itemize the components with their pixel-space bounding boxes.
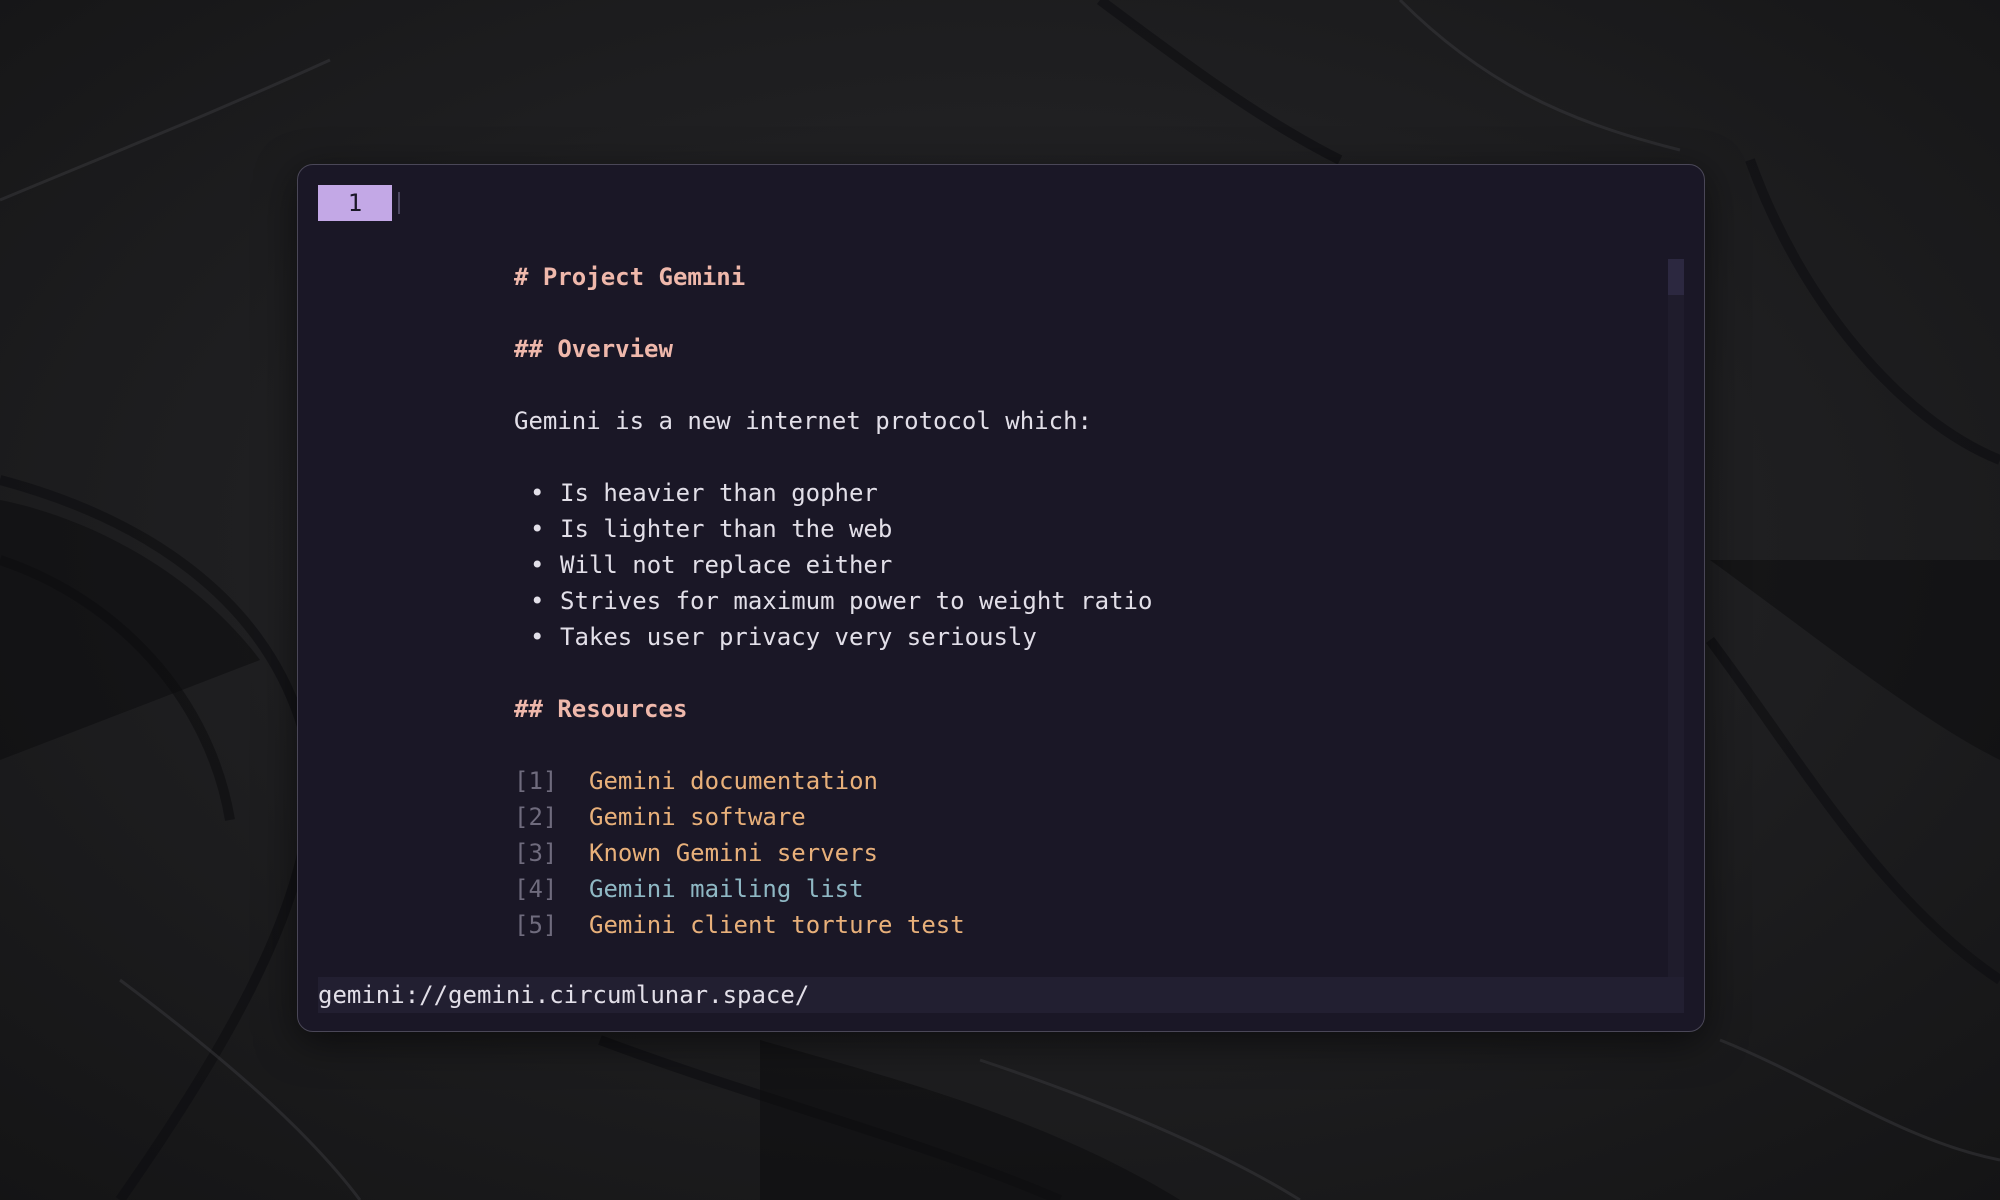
list-item: • Is lighter than the web xyxy=(514,511,1654,547)
link-ref: [1] xyxy=(514,767,558,795)
link-item-4[interactable]: [4] Gemini mailing list xyxy=(514,871,1654,907)
link-gemini-client-torture-test[interactable]: Gemini client torture test xyxy=(589,911,965,939)
link-ref: [2] xyxy=(514,803,558,831)
link-item-5[interactable]: [5] Gemini client torture test xyxy=(514,907,1654,943)
list-item: • Is heavier than gopher xyxy=(514,475,1654,511)
list-item-text: Takes user privacy very seriously xyxy=(560,623,1037,651)
link-item-2[interactable]: [2] Gemini software xyxy=(514,799,1654,835)
bullet-icon: • xyxy=(530,479,545,507)
status-bar-url: gemini://gemini.circumlunar.space/ xyxy=(318,977,1684,1013)
list-item-text: Is lighter than the web xyxy=(560,515,893,543)
resources-heading: ## Resources xyxy=(514,695,688,723)
tab-label: 1 xyxy=(347,189,363,217)
link-item-1[interactable]: [1] Gemini documentation xyxy=(514,763,1654,799)
link-gemini-documentation[interactable]: Gemini documentation xyxy=(589,767,878,795)
overview-heading: ## Overview xyxy=(514,335,673,363)
link-ref: [3] xyxy=(514,839,558,867)
page-content: # Project Gemini ## Overview Gemini is a… xyxy=(514,259,1654,943)
intro-text: Gemini is a new internet protocol which: xyxy=(514,407,1092,435)
list-item: • Will not replace either xyxy=(514,547,1654,583)
list-item: • Strives for maximum power to weight rat… xyxy=(514,583,1654,619)
link-item-3[interactable]: [3] Known Gemini servers xyxy=(514,835,1654,871)
scrollbar-thumb[interactable] xyxy=(1668,259,1684,295)
bullet-icon: • xyxy=(530,551,545,579)
list-item-text: Is heavier than gopher xyxy=(560,479,878,507)
link-gemini-software[interactable]: Gemini software xyxy=(589,803,806,831)
tab-1[interactable]: 1 xyxy=(318,185,392,221)
page-title: # Project Gemini xyxy=(514,263,746,291)
bullet-icon: • xyxy=(530,587,545,615)
scrollbar[interactable] xyxy=(1668,259,1684,981)
link-ref: [4] xyxy=(514,875,558,903)
terminal-window: 1 # Project Gemini ## Overview Gemini is… xyxy=(297,164,1705,1032)
list-item-text: Will not replace either xyxy=(560,551,893,579)
bullet-icon: • xyxy=(530,623,545,651)
link-ref: [5] xyxy=(514,911,558,939)
list-item: • Takes user privacy very seriously xyxy=(514,619,1654,655)
link-known-gemini-servers[interactable]: Known Gemini servers xyxy=(589,839,878,867)
tab-bar: 1 xyxy=(318,185,400,221)
bullet-icon: • xyxy=(530,515,545,543)
tab-separator xyxy=(398,192,400,214)
link-gemini-mailing-list[interactable]: Gemini mailing list xyxy=(589,875,864,903)
list-item-text: Strives for maximum power to weight rati… xyxy=(560,587,1153,615)
